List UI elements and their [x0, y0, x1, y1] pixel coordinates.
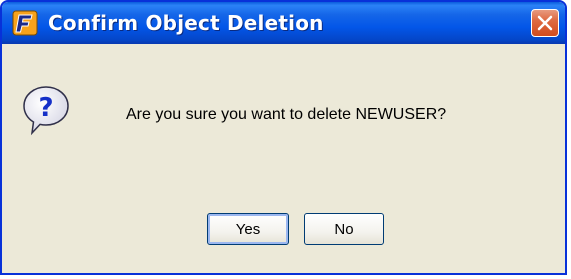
svg-text:?: ? — [38, 93, 53, 123]
yes-button[interactable]: Yes — [207, 213, 289, 245]
close-icon — [537, 15, 553, 31]
window-title: Confirm Object Deletion — [48, 11, 324, 35]
dialog-window: Confirm Object Deletion ? Are you sure y… — [0, 0, 567, 275]
title-bar[interactable]: Confirm Object Deletion — [2, 2, 565, 44]
close-button[interactable] — [531, 9, 559, 37]
question-icon: ? — [22, 85, 70, 137]
app-logo-icon — [12, 10, 38, 36]
no-button[interactable]: No — [304, 213, 384, 245]
confirm-message: Are you sure you want to delete NEWUSER? — [126, 106, 447, 123]
